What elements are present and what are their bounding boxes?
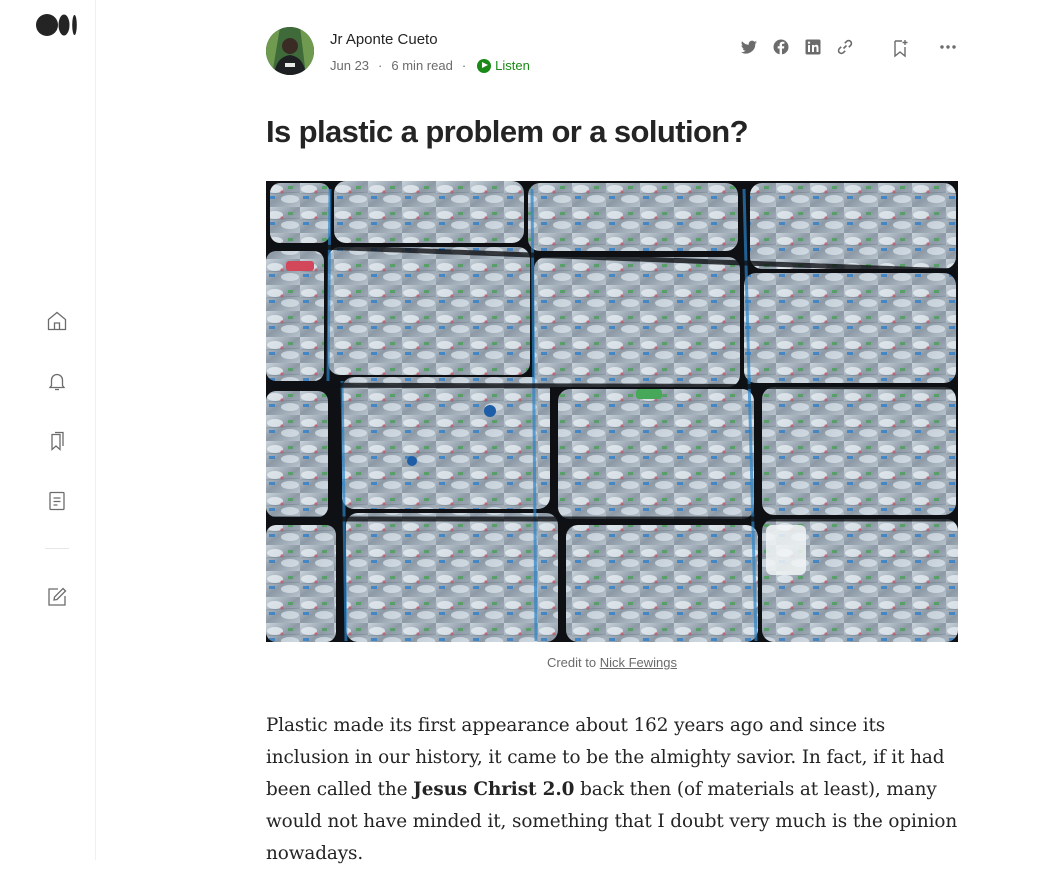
caption-credit-link[interactable]: Nick Fewings xyxy=(600,655,677,670)
left-rail xyxy=(0,0,96,860)
listen-label: Listen xyxy=(495,58,530,73)
facebook-icon[interactable] xyxy=(771,37,791,57)
listen-button[interactable]: Listen xyxy=(477,58,530,73)
byline: Jr Aponte Cueto Jun 23 · 6 min read · Li… xyxy=(266,27,958,77)
bookmarks-icon[interactable] xyxy=(45,429,69,453)
paragraph-bold-text: Jesus Christ 2.0 xyxy=(413,779,575,800)
linkedin-icon[interactable] xyxy=(803,37,823,57)
bell-icon[interactable] xyxy=(45,369,69,393)
link-icon[interactable] xyxy=(835,37,855,57)
caption-prefix: Credit to xyxy=(546,655,600,670)
avatar[interactable] xyxy=(266,27,314,75)
image-caption: Credit to Nick Fewings xyxy=(266,655,958,670)
rail-divider xyxy=(45,548,69,549)
medium-logo-icon[interactable] xyxy=(36,14,78,36)
post-meta: Jun 23 · 6 min read · Listen xyxy=(330,58,530,73)
meta-separator: · xyxy=(461,58,467,73)
article-paragraph: Plastic made its first appearance about … xyxy=(266,710,966,870)
read-time: 6 min read xyxy=(391,58,453,73)
author-name[interactable]: Jr Aponte Cueto xyxy=(330,31,438,48)
play-icon xyxy=(477,58,492,73)
hero-image xyxy=(266,181,958,642)
more-icon[interactable] xyxy=(938,37,958,57)
home-icon[interactable] xyxy=(45,309,69,333)
write-icon[interactable] xyxy=(45,585,69,609)
twitter-icon[interactable] xyxy=(739,37,759,57)
article-title: Is plastic a problem or a solution? xyxy=(266,114,749,149)
meta-separator: · xyxy=(378,58,383,73)
bookmark-add-icon[interactable] xyxy=(890,38,910,58)
publish-date: Jun 23 xyxy=(330,58,370,73)
stories-icon[interactable] xyxy=(45,489,69,513)
